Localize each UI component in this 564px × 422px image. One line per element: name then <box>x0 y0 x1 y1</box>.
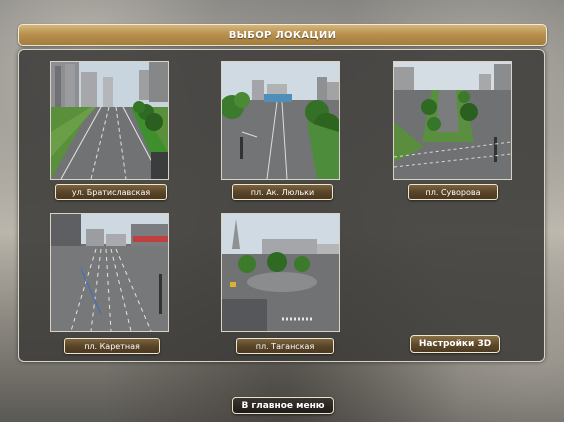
settings-3d-button[interactable]: Настройки 3D <box>410 335 500 353</box>
main-menu-button[interactable]: В главное меню <box>232 397 334 414</box>
location-card-lyulki[interactable] <box>221 61 340 180</box>
location-card-taganskaya[interactable] <box>221 213 340 332</box>
location-thumbnail-suvorova[interactable] <box>393 61 512 180</box>
location-thumbnail-lyulki[interactable] <box>221 61 340 180</box>
location-thumbnail-bratislavskaya[interactable] <box>50 61 169 180</box>
location-card-karetnaya[interactable] <box>50 213 169 332</box>
location-button-lyulki[interactable]: пл. Ак. Люльки <box>232 184 333 200</box>
page-title: ВЫБОР ЛОКАЦИИ <box>18 24 547 46</box>
location-button-bratislavskaya[interactable]: ул. Братиславская <box>55 184 167 200</box>
location-thumbnail-taganskaya[interactable] <box>221 213 340 332</box>
location-button-karetnaya[interactable]: пл. Каретная <box>64 338 160 354</box>
location-card-bratislavskaya[interactable] <box>50 61 169 180</box>
location-button-suvorova[interactable]: пл. Суворова <box>408 184 498 200</box>
location-card-suvorova[interactable] <box>393 61 512 180</box>
location-thumbnail-karetnaya[interactable] <box>50 213 169 332</box>
location-button-taganskaya[interactable]: пл. Таганская <box>236 338 334 354</box>
